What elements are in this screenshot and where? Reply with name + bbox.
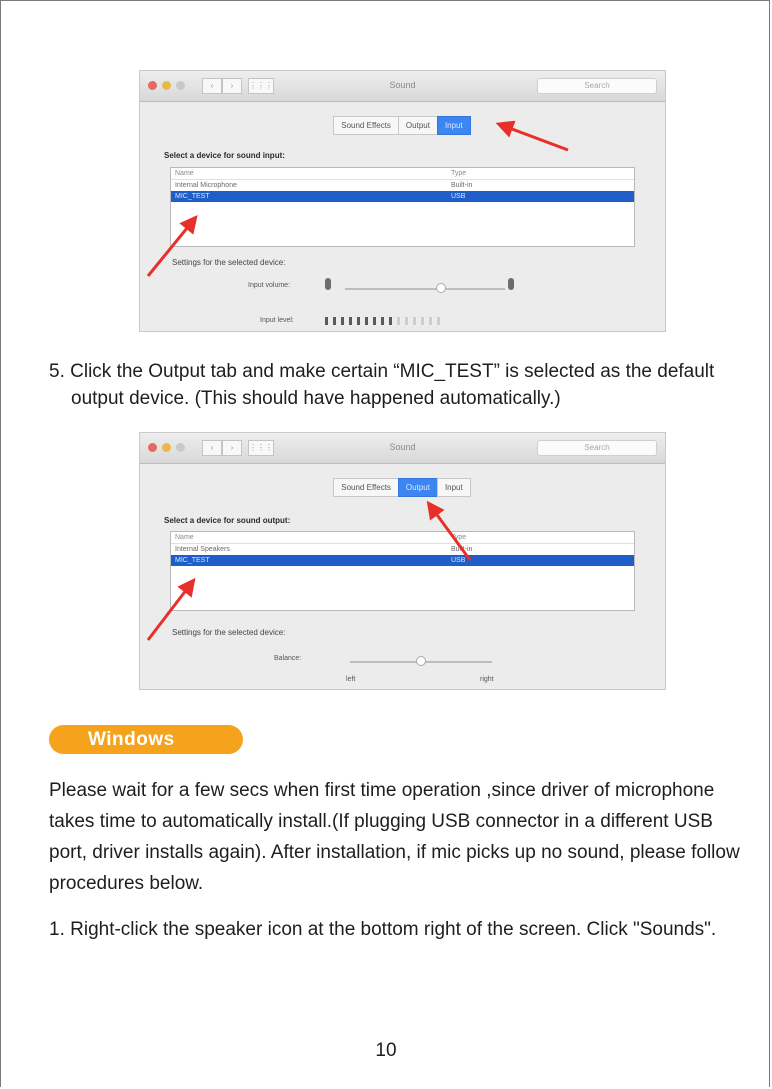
column-name: Name bbox=[175, 534, 194, 541]
device-row-selected[interactable]: MIC_TEST USB bbox=[171, 191, 634, 202]
balance-knob[interactable] bbox=[416, 656, 426, 666]
level-bar bbox=[437, 317, 440, 325]
mic-low-icon bbox=[325, 278, 331, 290]
step-1: 1. Right-click the speaker icon at the b… bbox=[49, 916, 759, 943]
section-label: Select a device for sound input: bbox=[164, 151, 285, 160]
sound-window-output: ‹ › ⋮⋮⋮ Sound Search Sound Effects Outpu… bbox=[139, 432, 666, 690]
balance-right-label: right bbox=[480, 676, 494, 683]
level-bar bbox=[349, 317, 352, 325]
windows-instructions: Please wait for a few secs when first ti… bbox=[49, 780, 740, 894]
search-input[interactable]: Search bbox=[537, 78, 657, 94]
sound-window-input: ‹ › ⋮⋮⋮ Sound Search Sound Effects Outpu… bbox=[139, 70, 666, 332]
windows-heading: Windows bbox=[49, 725, 243, 754]
device-list: Name Type Internal Microphone Built-in M… bbox=[170, 167, 635, 247]
device-name: MIC_TEST bbox=[175, 557, 210, 564]
tab-input[interactable]: Input bbox=[436, 478, 471, 497]
level-bar bbox=[413, 317, 416, 325]
device-row-selected[interactable]: MIC_TEST USB bbox=[171, 555, 634, 566]
input-volume-knob[interactable] bbox=[436, 283, 446, 293]
level-bar bbox=[333, 317, 336, 325]
level-bar bbox=[357, 317, 360, 325]
column-type: Type bbox=[451, 170, 467, 177]
balance-label: Balance: bbox=[274, 655, 302, 662]
level-bar bbox=[381, 317, 384, 325]
tab-output[interactable]: Output bbox=[397, 116, 438, 135]
settings-label: Settings for the selected device: bbox=[172, 258, 286, 267]
column-type: Type bbox=[451, 534, 467, 541]
level-bar bbox=[325, 317, 328, 325]
device-list: Name Type Internal Speakers Built-in MIC… bbox=[170, 531, 635, 611]
device-type: Built-in bbox=[451, 546, 473, 553]
level-bar bbox=[405, 317, 408, 325]
device-name: Internal Speakers bbox=[175, 546, 230, 553]
mic-high-icon bbox=[508, 278, 514, 290]
tab-sound-effects[interactable]: Sound Effects bbox=[333, 478, 399, 497]
level-bar bbox=[373, 317, 376, 325]
device-row[interactable]: Internal Microphone Built-in bbox=[171, 180, 634, 191]
tab-bar: Sound Effects Output Input bbox=[140, 116, 665, 135]
level-bar bbox=[389, 317, 392, 325]
level-bar bbox=[397, 317, 400, 325]
device-type: USB bbox=[451, 193, 466, 200]
input-level-meter bbox=[325, 317, 440, 325]
step-1-text: 1. Right-click the speaker icon at the b… bbox=[49, 919, 717, 940]
tab-sound-effects[interactable]: Sound Effects bbox=[333, 116, 399, 135]
list-header: Name Type bbox=[171, 532, 634, 544]
step-5: 5. Click the Output tab and make certain… bbox=[49, 358, 759, 412]
level-bar bbox=[421, 317, 424, 325]
device-row[interactable]: Internal Speakers Built-in bbox=[171, 544, 634, 555]
tab-bar: Sound Effects Output Input bbox=[140, 478, 665, 497]
input-level-label: Input level: bbox=[260, 317, 294, 324]
title-bar: ‹ › ⋮⋮⋮ Sound Search bbox=[140, 433, 665, 464]
balance-left-label: left bbox=[346, 676, 356, 683]
title-bar: ‹ › ⋮⋮⋮ Sound Search bbox=[140, 71, 665, 102]
device-name: MIC_TEST bbox=[175, 193, 210, 200]
level-bar bbox=[341, 317, 344, 325]
device-name: Internal Microphone bbox=[175, 182, 237, 189]
input-volume-slider[interactable] bbox=[345, 288, 505, 290]
list-header: Name Type bbox=[171, 168, 634, 180]
tab-output[interactable]: Output bbox=[397, 478, 438, 497]
device-type: Built-in bbox=[451, 182, 473, 189]
search-input[interactable]: Search bbox=[537, 440, 657, 456]
section-label: Select a device for sound output: bbox=[164, 516, 291, 525]
tab-input[interactable]: Input bbox=[436, 116, 471, 135]
device-type: USB bbox=[451, 557, 466, 564]
level-bar bbox=[365, 317, 368, 325]
settings-label: Settings for the selected device: bbox=[172, 628, 286, 637]
column-name: Name bbox=[175, 170, 194, 177]
step-5-text: 5. Click the Output tab and make certain… bbox=[49, 361, 715, 409]
input-volume-label: Input volume: bbox=[248, 282, 291, 289]
level-bar bbox=[429, 317, 432, 325]
page-number: 10 bbox=[375, 1040, 397, 1061]
